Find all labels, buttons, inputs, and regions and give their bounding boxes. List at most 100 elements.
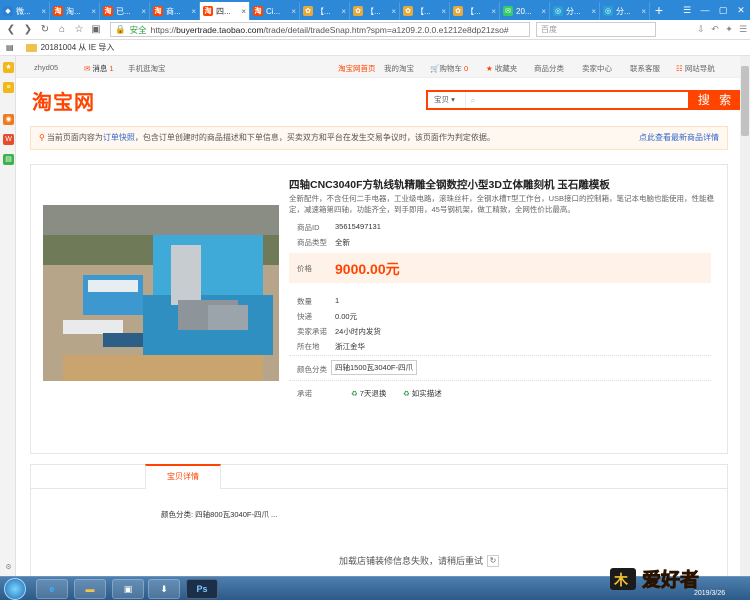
tab-label: 商... [166, 6, 181, 16]
browser-tab[interactable]: ◎ 分... × [600, 2, 650, 20]
browser-search-field[interactable]: 百度 [536, 22, 656, 37]
tab-label: 20... [516, 6, 532, 16]
tab-close-icon[interactable]: × [241, 7, 246, 16]
rss-icon[interactable]: ◉ [3, 114, 14, 125]
taobao-logo[interactable]: 淘宝网 [32, 86, 95, 115]
tab-favicon-icon: 淘 [53, 6, 63, 16]
tab-close-icon[interactable]: × [641, 7, 646, 16]
download-app-icon[interactable]: ⬇ [148, 579, 180, 599]
browser-tab[interactable]: 淘商... × [150, 2, 200, 20]
customer-service-link[interactable]: 联系客服 [630, 63, 660, 74]
tab-item-details[interactable]: 宝贝详情 [145, 464, 221, 489]
browser-tab[interactable]: ◆ 微... × [0, 2, 50, 20]
search-button[interactable]: 搜 索 [688, 92, 740, 108]
tab-favicon-icon: 淘 [253, 6, 263, 16]
as-described[interactable]: ♻ 如实描述 [403, 388, 442, 399]
page-scrollbar[interactable] [740, 56, 750, 576]
browser-tab[interactable]: 淘 Ci... × [250, 2, 300, 20]
browser-tab-strip: ◆ 微... × 淘淘... × 淘已... × 淘商... × 淘四... × 淘 Ci... × ✿ 【.… [0, 0, 750, 20]
divider [289, 355, 711, 356]
tab-close-icon[interactable]: × [91, 7, 96, 16]
reload-icon[interactable]: ↻ [38, 24, 52, 35]
tab-favicon-icon: 淘 [103, 6, 113, 16]
tab-close-icon[interactable]: × [491, 7, 496, 16]
download-icon[interactable]: ⇩ [694, 24, 708, 35]
tab-close-icon[interactable]: × [41, 7, 46, 16]
star-icon[interactable]: ☆ [72, 24, 86, 35]
forward-icon[interactable]: ❯ [21, 24, 35, 35]
photoshop-icon[interactable]: Ps [186, 579, 218, 599]
home-icon[interactable]: ⌂ [55, 24, 69, 35]
search-category-select[interactable]: 宝贝 ▾ [428, 92, 466, 108]
notes-icon[interactable]: ≡ [3, 82, 14, 93]
user-name[interactable]: zhyd05 [34, 63, 58, 72]
latest-details-link[interactable]: 点此查看最新商品详情 [639, 127, 719, 149]
search-input[interactable] [480, 92, 688, 108]
bookmark-folder[interactable]: 20181004 从 IE 导入 [41, 42, 115, 53]
tab-close-icon[interactable]: × [391, 7, 396, 16]
scrollbar-thumb[interactable] [741, 66, 749, 136]
order-snapshot-link[interactable]: 订单快照 [103, 133, 135, 142]
messages-link[interactable]: ✉ 消息 1 [84, 63, 114, 74]
settings-gear-icon[interactable]: ⚙ [3, 562, 14, 573]
tab-close-icon[interactable]: × [141, 7, 146, 16]
close-window-icon[interactable]: ✕ [732, 5, 750, 16]
printer-icon[interactable]: ▤ [3, 154, 14, 165]
item-snapshot: 四轴CNC3040F方轨线轨精雕全钢数控小型3D立体雕刻机 玉石雕模板 全新配件… [30, 164, 728, 454]
favorites-link[interactable]: ★ 收藏夹 [486, 63, 517, 74]
load-text: 加载店铺装修信息失败，请稍后重试 [339, 556, 484, 566]
browser-tab[interactable]: ◎ 分... × [550, 2, 600, 20]
refresh-icon[interactable]: ↻ [487, 555, 500, 567]
tab-favicon-icon: ◎ [553, 6, 563, 16]
seller-center-link[interactable]: 卖家中心 [582, 63, 612, 74]
browser-tab[interactable]: 淘四... × [200, 2, 250, 20]
tab-label: Ci... [266, 6, 281, 16]
divider [289, 380, 711, 381]
sidebar-toggle-icon[interactable]: ▤ [6, 43, 14, 52]
tab-close-icon[interactable]: × [541, 7, 546, 16]
menu-icon[interactable]: ☰ [736, 24, 750, 35]
weibo-icon[interactable]: W [3, 134, 14, 145]
tab-close-icon[interactable]: × [291, 7, 296, 16]
window-menu-icon[interactable]: ☰ [678, 5, 696, 16]
reading-icon[interactable]: ▣ [89, 24, 103, 35]
minimize-icon[interactable]: — [696, 5, 714, 16]
undo-icon[interactable]: ↶ [708, 24, 722, 35]
tab-label: 分... [566, 6, 581, 16]
browser-tab[interactable]: ✿ 【... × [350, 2, 400, 20]
mobile-taobao-link[interactable]: 手机逛淘宝 [128, 63, 166, 74]
start-button[interactable] [4, 578, 26, 600]
browser-tab[interactable]: ✿ 【... × [400, 2, 450, 20]
tab-label: 【... [416, 6, 431, 16]
tab-close-icon[interactable]: × [191, 7, 196, 16]
browser-tab[interactable]: 淘淘... × [50, 2, 100, 20]
maximize-icon[interactable]: ▢ [714, 5, 732, 16]
seven-day-return[interactable]: ♻ 7天退换 [351, 388, 386, 399]
back-icon[interactable]: ❮ [4, 24, 18, 35]
url-field[interactable]: 🔒 安全 https://buyertrade.taobao.com/trade… [110, 22, 530, 37]
taobao-home-link[interactable]: 淘宝网首页 [338, 63, 376, 74]
app-window-icon[interactable]: ▣ [112, 579, 144, 599]
browser-tab[interactable]: ✿ 【... × [450, 2, 500, 20]
tab-close-icon[interactable]: × [341, 7, 346, 16]
browser-tab[interactable]: ✿ 【... × [300, 2, 350, 20]
site-map-link[interactable]: ☷ 网站导航 [676, 63, 715, 74]
grid-icon: ☷ [676, 64, 685, 73]
url-host: buyertrade.taobao.com [176, 24, 264, 35]
favorites-star-icon[interactable]: ★ [3, 62, 14, 73]
tab-close-icon[interactable]: × [591, 7, 596, 16]
cart-link[interactable]: 🛒购物车 0 [430, 63, 468, 74]
browser-tab[interactable]: 淘已... × [100, 2, 150, 20]
my-taobao-link[interactable]: 我的淘宝 [384, 63, 414, 74]
categories-link[interactable]: 商品分类 [534, 63, 564, 74]
explorer-icon[interactable]: ▬ [74, 579, 106, 599]
extension-icon[interactable]: ✦ [722, 24, 736, 35]
described-icon: ♻ [403, 389, 410, 398]
product-photo [43, 205, 279, 381]
price-box: 价格 9000.00元 [289, 253, 711, 283]
browser-tab[interactable]: ✉ 20... × [500, 2, 550, 20]
new-tab-button[interactable]: + [650, 2, 668, 18]
tab-close-icon[interactable]: × [441, 7, 446, 16]
tab-favicon-icon: ✿ [303, 6, 313, 16]
ie-icon[interactable]: e [36, 579, 68, 599]
